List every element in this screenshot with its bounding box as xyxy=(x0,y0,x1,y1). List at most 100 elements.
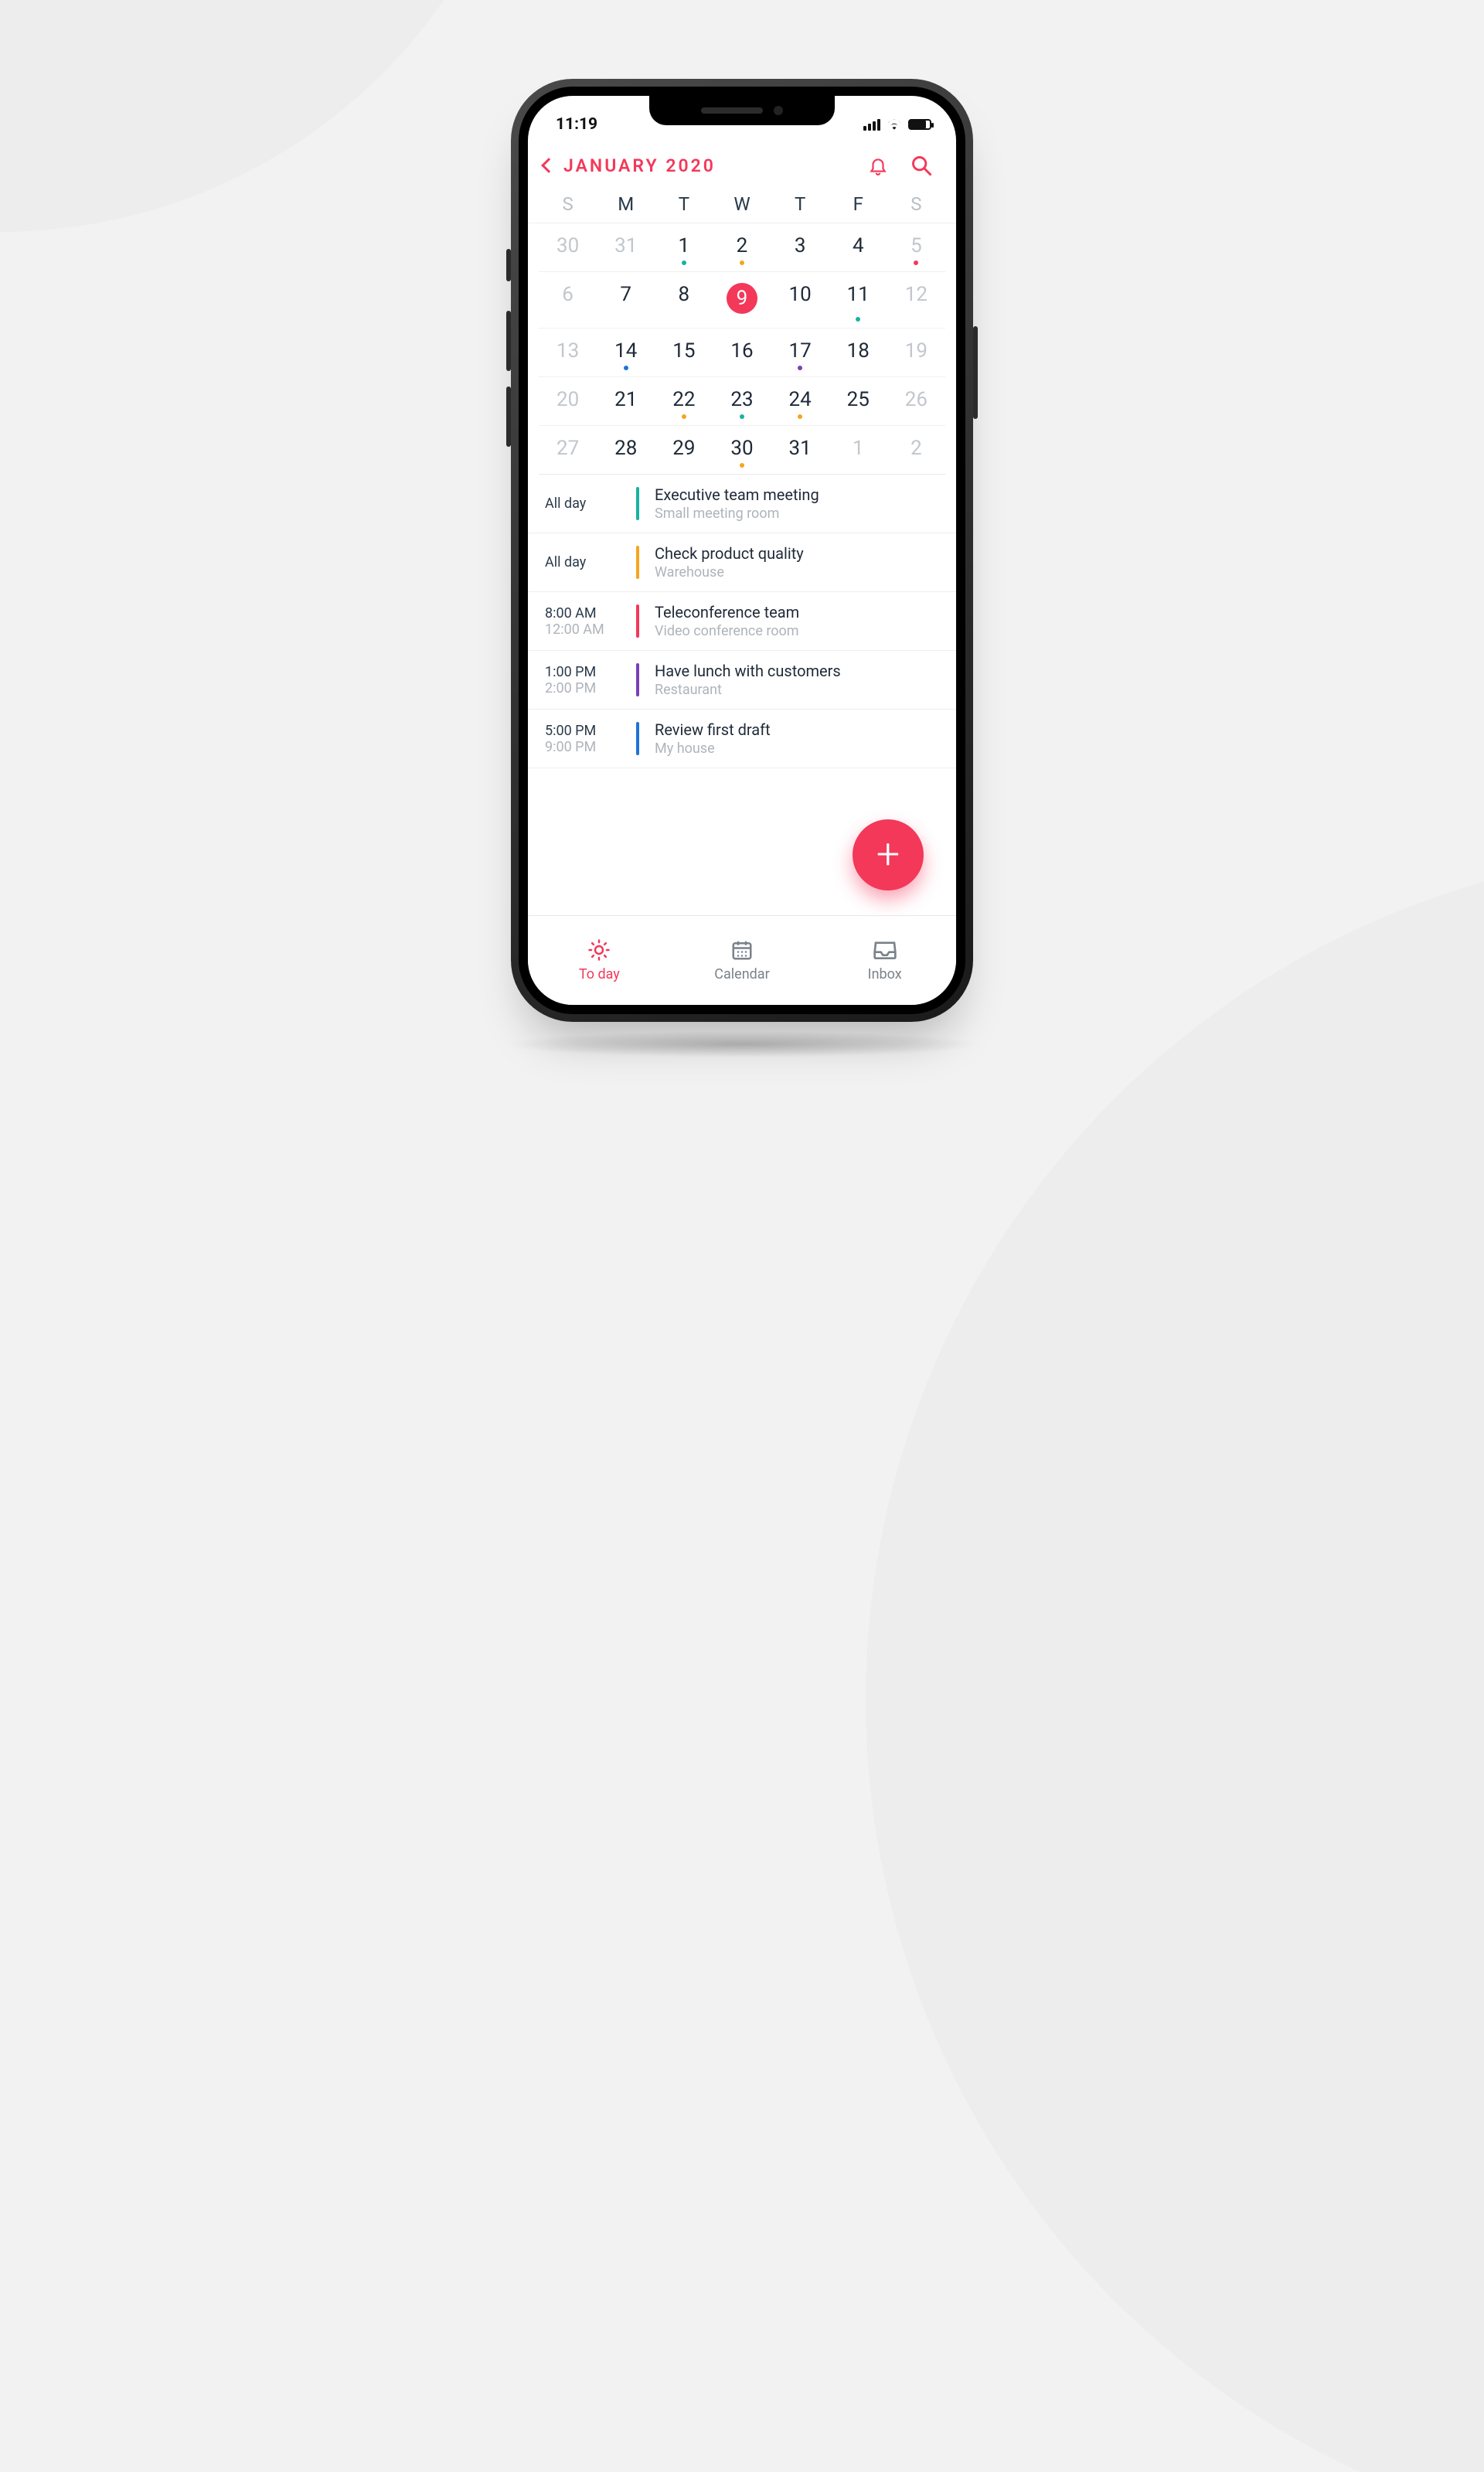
sun-icon xyxy=(586,938,612,962)
event-dot xyxy=(740,414,744,419)
calendar-icon xyxy=(729,938,755,962)
header-title: JANUARY 2020 xyxy=(563,155,716,176)
power-button xyxy=(973,326,978,419)
calendar-day[interactable]: 8 xyxy=(655,272,713,328)
calendar-day[interactable]: 1 xyxy=(655,223,713,271)
calendar-day[interactable]: 27 xyxy=(539,426,597,474)
notifications-button[interactable] xyxy=(866,154,890,177)
event-color-bar xyxy=(636,487,639,520)
calendar-day[interactable]: 11 xyxy=(829,272,887,328)
event-row[interactable]: 8:00 AM12:00 AM Teleconference teamVideo … xyxy=(528,592,956,651)
weekday-label: M xyxy=(597,193,655,215)
nav-today-label: To day xyxy=(579,966,620,982)
status-time: 11:19 xyxy=(556,115,597,134)
bell-icon xyxy=(868,155,888,176)
weekday-label: S xyxy=(539,193,597,215)
event-body: Review first draftMy house xyxy=(655,720,771,757)
weekday-row: SMTWTFS xyxy=(528,190,956,223)
event-body: Teleconference teamVideo conference room xyxy=(655,603,799,639)
inbox-icon xyxy=(872,938,898,962)
calendar-day[interactable]: 6 xyxy=(539,272,597,328)
event-body: Check product qualityWarehouse xyxy=(655,544,804,581)
calendar-day[interactable]: 24 xyxy=(771,377,829,425)
event-dot xyxy=(798,414,802,419)
calendar-day[interactable]: 2 xyxy=(713,223,771,271)
calendar-day[interactable]: 21 xyxy=(597,377,655,425)
cellular-icon xyxy=(863,119,880,131)
event-time: 5:00 PM9:00 PM xyxy=(545,723,636,755)
volume-down-button xyxy=(506,386,511,447)
calendar-day[interactable]: 10 xyxy=(771,272,829,328)
calendar-day[interactable]: 14 xyxy=(597,329,655,376)
calendar-day[interactable]: 20 xyxy=(539,377,597,425)
event-color-bar xyxy=(636,722,639,755)
event-time: 8:00 AM12:00 AM xyxy=(545,605,636,638)
event-dot xyxy=(798,366,802,370)
nav-today[interactable]: To day xyxy=(528,916,671,1005)
nav-calendar-label: Calendar xyxy=(714,966,769,982)
calendar-day[interactable]: 30 xyxy=(539,223,597,271)
calendar-day[interactable]: 22 xyxy=(655,377,713,425)
calendar-day[interactable]: 7 xyxy=(597,272,655,328)
calendar-day[interactable]: 13 xyxy=(539,329,597,376)
notch xyxy=(649,96,835,125)
phone-shadow xyxy=(502,1031,982,1057)
calendar-day[interactable]: 26 xyxy=(887,377,945,425)
event-row[interactable]: 1:00 PM2:00 PM Have lunch with customersR… xyxy=(528,651,956,710)
add-event-button[interactable]: + xyxy=(853,819,924,890)
calendar-day[interactable]: 23 xyxy=(713,377,771,425)
calendar-day[interactable]: 4 xyxy=(829,223,887,271)
calendar-day[interactable]: 19 xyxy=(887,329,945,376)
calendar-day[interactable]: 12 xyxy=(887,272,945,328)
calendar-day[interactable]: 31 xyxy=(597,223,655,271)
weekday-label: T xyxy=(655,193,713,215)
nav-inbox[interactable]: Inbox xyxy=(813,916,956,1005)
event-time: 1:00 PM2:00 PM xyxy=(545,664,636,696)
weekday-label: W xyxy=(713,193,771,215)
calendar-day[interactable]: 15 xyxy=(655,329,713,376)
calendar-day[interactable]: 5 xyxy=(887,223,945,271)
event-row[interactable]: All day Executive team meetingSmall meeti… xyxy=(528,475,956,533)
calendar-day[interactable]: 2 xyxy=(887,426,945,474)
event-dot xyxy=(856,317,860,322)
phone-frame: 11:19 JANUARY 2020 xyxy=(511,79,973,1022)
event-time: All day xyxy=(545,495,636,512)
calendar-day[interactable]: 16 xyxy=(713,329,771,376)
calendar-day[interactable]: 29 xyxy=(655,426,713,474)
event-dot xyxy=(914,260,918,265)
volume-up-button xyxy=(506,311,511,371)
calendar-day[interactable]: 30 xyxy=(713,426,771,474)
chevron-left-icon xyxy=(541,158,556,173)
event-row[interactable]: All day Check product qualityWarehouse xyxy=(528,533,956,592)
event-dot xyxy=(740,260,744,265)
event-body: Have lunch with customersRestaurant xyxy=(655,662,841,698)
event-color-bar xyxy=(636,546,639,579)
event-row[interactable]: 5:00 PM9:00 PM Review first draftMy house xyxy=(528,710,956,768)
calendar-day[interactable]: 18 xyxy=(829,329,887,376)
event-time: All day xyxy=(545,554,636,570)
bottom-nav: To day Calendar Inbox xyxy=(528,915,956,1005)
search-icon xyxy=(910,155,932,176)
mute-switch xyxy=(506,249,511,281)
event-dot xyxy=(740,463,744,468)
calendar-day[interactable]: 31 xyxy=(771,426,829,474)
back-button[interactable]: JANUARY 2020 xyxy=(543,155,716,176)
app-header: JANUARY 2020 xyxy=(528,141,956,190)
calendar-day[interactable]: 17 xyxy=(771,329,829,376)
search-button[interactable] xyxy=(910,154,933,177)
event-dot xyxy=(682,260,686,265)
event-body: Executive team meetingSmall meeting room xyxy=(655,485,819,522)
event-dot xyxy=(682,414,686,419)
weekday-label: S xyxy=(887,193,945,215)
calendar-day[interactable]: 3 xyxy=(771,223,829,271)
weekday-label: T xyxy=(771,193,829,215)
calendar-day[interactable]: 1 xyxy=(829,426,887,474)
calendar-day[interactable]: 9 xyxy=(713,272,771,328)
calendar-day[interactable]: 28 xyxy=(597,426,655,474)
weekday-label: F xyxy=(829,193,887,215)
event-dot xyxy=(624,366,628,370)
calendar-day[interactable]: 25 xyxy=(829,377,887,425)
nav-calendar[interactable]: Calendar xyxy=(671,916,814,1005)
wifi-icon xyxy=(887,119,902,130)
event-color-bar xyxy=(636,604,639,638)
